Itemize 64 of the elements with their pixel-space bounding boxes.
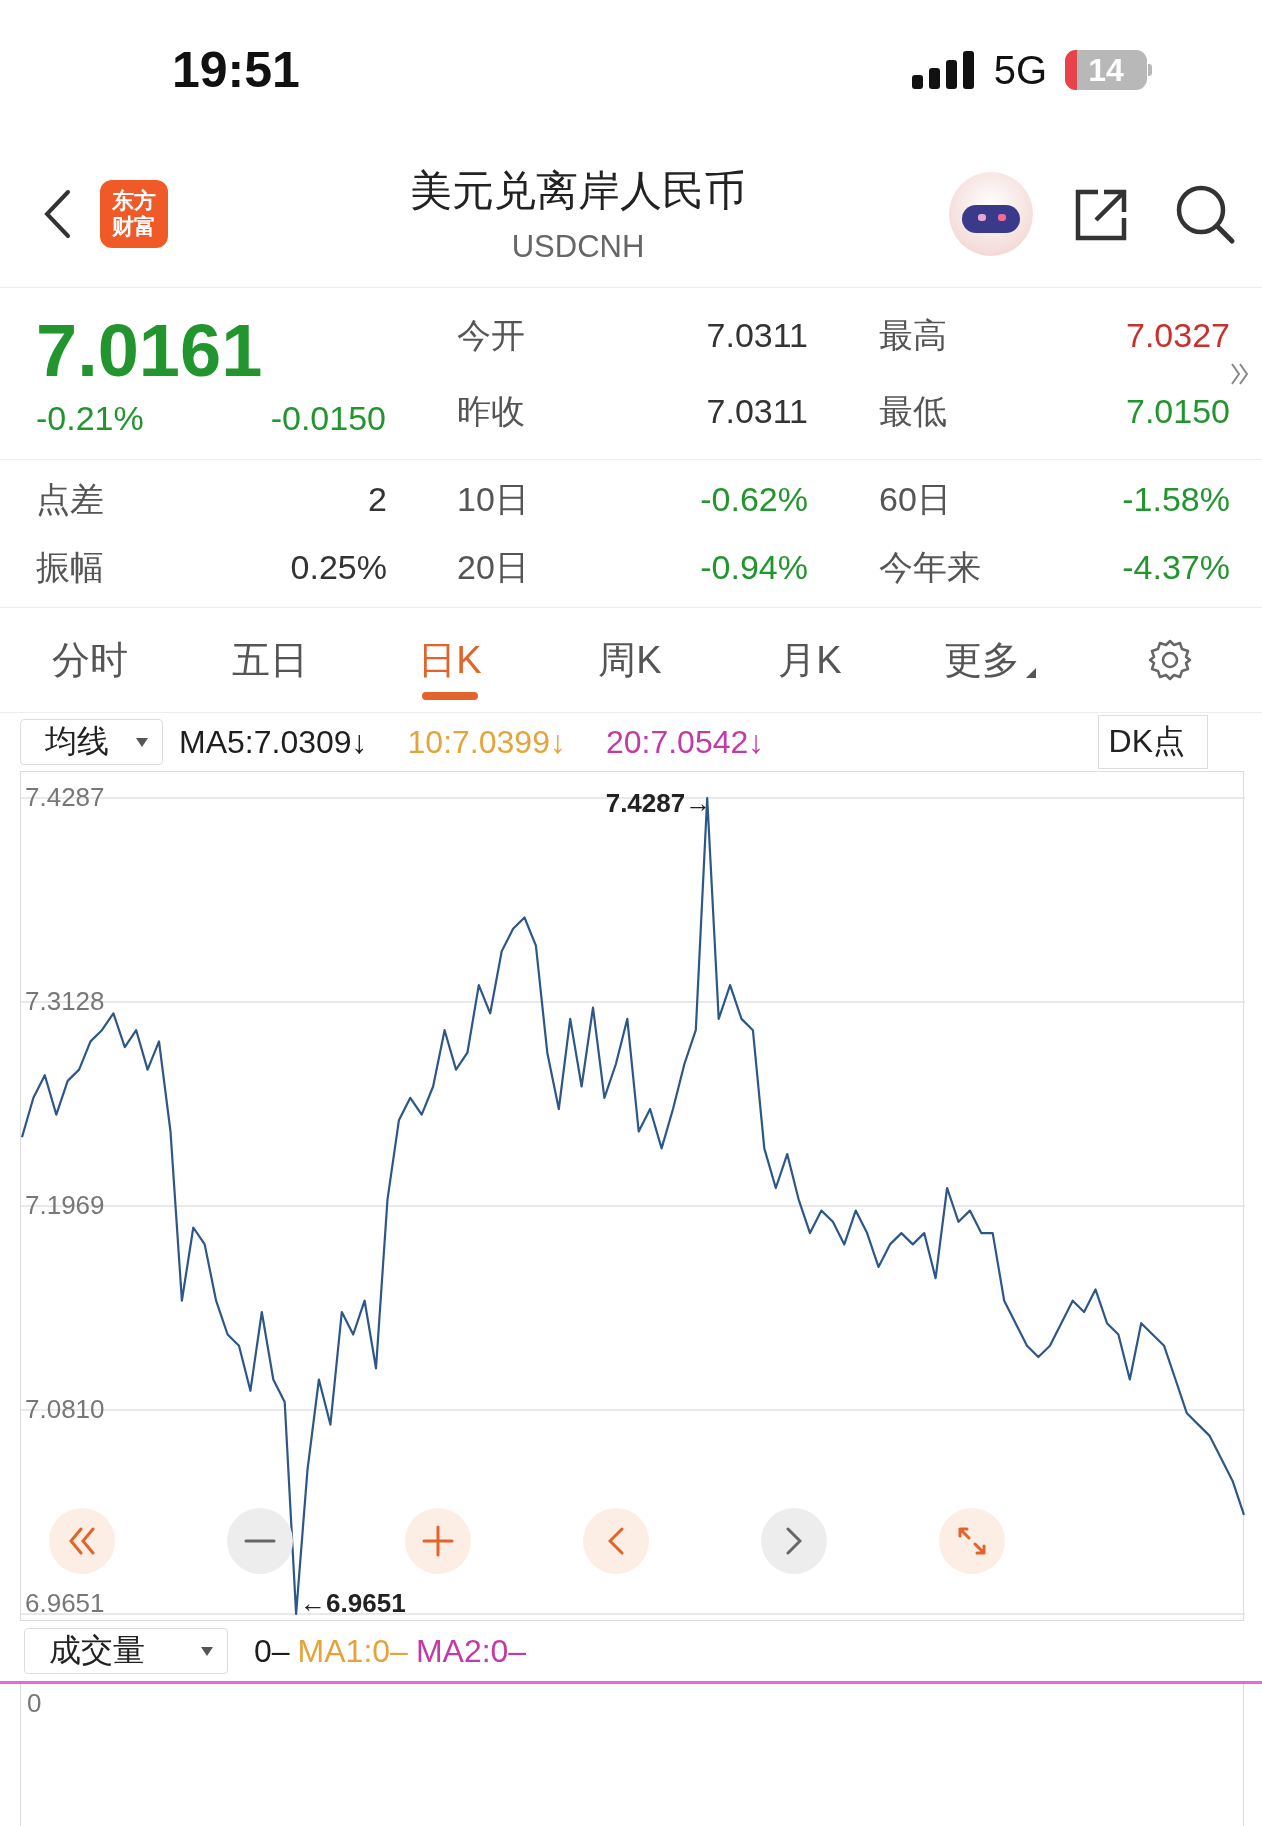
tab-underline xyxy=(422,692,478,700)
y-axis-label: 6.9651 xyxy=(25,1588,105,1618)
stat-label: 振幅 xyxy=(36,546,104,588)
double-chevron-icon[interactable] xyxy=(1230,361,1250,386)
signal-icon xyxy=(911,51,976,89)
stat-value: 7.0311 xyxy=(706,316,808,355)
y-axis-label: 7.4287 xyxy=(25,782,105,812)
stat-label: 最低 xyxy=(879,390,947,432)
chart-tab[interactable]: 分时 xyxy=(52,634,128,686)
stat-value: 7.0327 xyxy=(1126,316,1230,355)
y-axis-label: 7.0810 xyxy=(25,1394,105,1424)
robot-avatar-icon[interactable] xyxy=(948,170,1034,257)
chart-tab[interactable]: 周K xyxy=(598,634,662,686)
back-icon[interactable] xyxy=(42,188,72,239)
status-time: 19:51 xyxy=(172,41,300,99)
chart-tab[interactable]: 五日 xyxy=(232,634,308,686)
stat-label: 60日 xyxy=(879,478,951,520)
stat-label: 昨收 xyxy=(457,390,525,432)
current-price: 7.0161 xyxy=(36,309,264,393)
extreme-price-label: 7.4287→ xyxy=(605,788,712,818)
extreme-price-label: ←6.9651 xyxy=(300,1588,406,1618)
expand-arrows-icon xyxy=(958,1527,986,1555)
stat-label: 今开 xyxy=(457,314,525,356)
stat-label: 10日 xyxy=(457,478,529,520)
moving-average-value: 10:7.0399↓ xyxy=(407,723,566,761)
stat-label: 20日 xyxy=(457,546,529,588)
stat-value: -1.58% xyxy=(1122,480,1230,519)
volume-dropdown[interactable]: 成交量 xyxy=(24,1628,228,1674)
chevron-left-icon xyxy=(608,1527,624,1555)
stat-value: 2 xyxy=(368,480,387,519)
stat-value: -0.62% xyxy=(700,480,808,519)
y-axis-label: 0 xyxy=(27,1688,42,1718)
stat-label: 今年来 xyxy=(879,546,981,588)
change-value: -0.0150 xyxy=(270,399,386,438)
y-axis-label: 7.3128 xyxy=(25,986,105,1016)
chart-tab[interactable]: 月K xyxy=(778,634,842,686)
chart-tab[interactable]: 更多 xyxy=(944,634,1020,686)
stat-label: 点差 xyxy=(36,478,104,520)
double-chevron-left-icon xyxy=(69,1527,95,1555)
stat-value: 7.0150 xyxy=(1126,392,1230,431)
minus-icon xyxy=(244,1539,276,1543)
settings-icon[interactable] xyxy=(1148,638,1192,682)
stat-value: -0.94% xyxy=(700,548,808,587)
symbol-code: USDCNH xyxy=(511,228,645,265)
moving-average-value: MA5:7.0309↓ xyxy=(179,723,368,761)
page-title: 美元兑离岸人民币 xyxy=(410,165,746,216)
app-logo: 东方 财富 xyxy=(100,179,168,248)
stat-value: 0.25% xyxy=(290,548,387,587)
change-percent: -0.21% xyxy=(36,399,144,438)
volume-indicator-value: 0– xyxy=(254,1632,290,1670)
caret-icon xyxy=(201,1646,213,1656)
dk-points-button[interactable]: DK点 xyxy=(1097,715,1208,769)
indicator-dropdown[interactable]: 均线 xyxy=(20,719,163,765)
stat-label: 最高 xyxy=(879,314,947,356)
network-label: 5G xyxy=(993,47,1047,93)
volume-indicator-value: MA2:0– xyxy=(415,1632,527,1670)
y-axis-label: 7.1969 xyxy=(25,1190,105,1220)
moving-average-value: 20:7.0542↓ xyxy=(605,723,765,761)
stat-value: 7.0311 xyxy=(706,392,808,431)
volume-indicator-value: MA1:0– xyxy=(297,1632,408,1670)
plus-icon xyxy=(422,1525,454,1557)
chevron-right-icon xyxy=(786,1527,802,1555)
stat-value: -4.37% xyxy=(1122,548,1230,587)
caret-icon xyxy=(136,737,148,747)
